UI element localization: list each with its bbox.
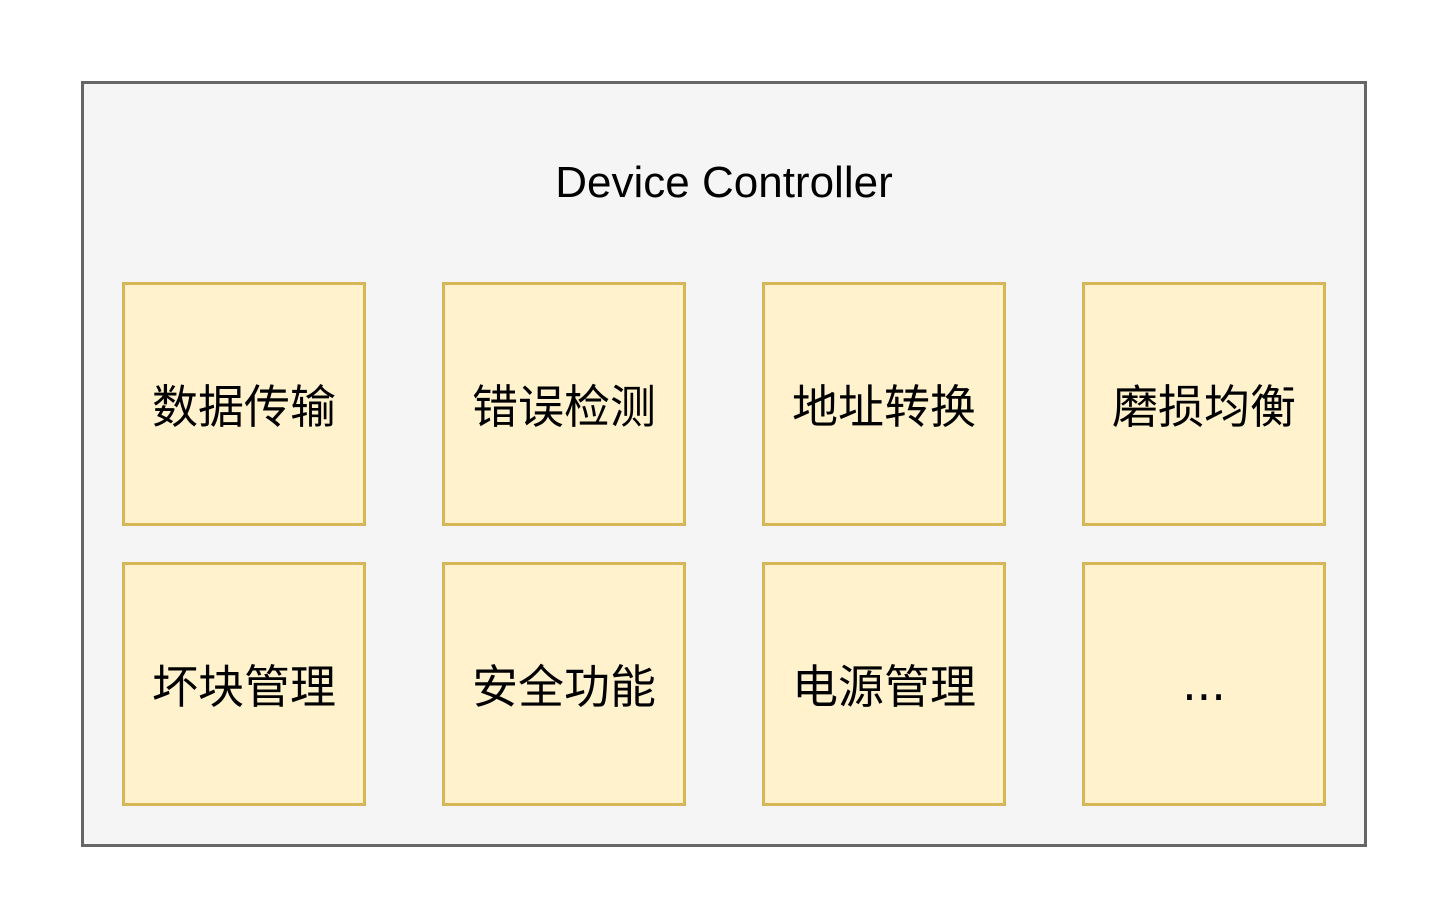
module-address-translation: 地址转换	[762, 282, 1006, 526]
device-controller-container: Device Controller 数据传输 错误检测 地址转换 磨损均衡 坏块…	[81, 81, 1367, 847]
module-power-management: 电源管理	[762, 562, 1006, 806]
module-more-ellipsis: ...	[1082, 562, 1326, 806]
diagram-title: Device Controller	[555, 158, 893, 207]
module-data-transfer: 数据传输	[122, 282, 366, 526]
module-wear-leveling: 磨损均衡	[1082, 282, 1326, 526]
module-error-detection: 错误检测	[442, 282, 686, 526]
module-security-functions: 安全功能	[442, 562, 686, 806]
module-bad-block-management: 坏块管理	[122, 562, 366, 806]
